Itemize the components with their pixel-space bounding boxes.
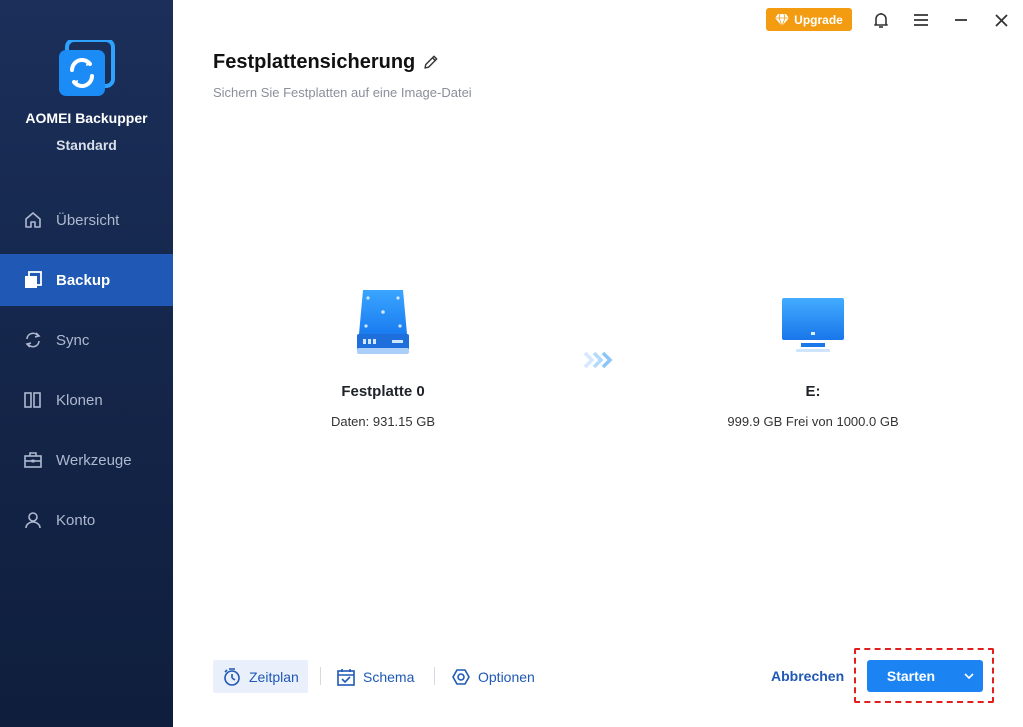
hard-disk-icon — [357, 290, 409, 354]
monitor-icon — [782, 298, 844, 352]
start-button[interactable]: Starten — [867, 660, 983, 692]
sidebar-item-uebersicht[interactable]: Übersicht — [0, 190, 173, 250]
divider — [320, 667, 321, 685]
schedule-label: Zeitplan — [249, 668, 299, 685]
app-name: AOMEI Backupper — [25, 110, 148, 126]
sidebar-item-label: Übersicht — [56, 211, 120, 229]
source-disk-card[interactable]: Festplatte 0 Daten: 931.15 GB — [253, 288, 513, 429]
sidebar-item-sync[interactable]: Sync — [0, 310, 173, 370]
backup-icon — [22, 269, 44, 291]
sidebar-item-label: Konto — [56, 511, 96, 529]
divider — [434, 667, 435, 685]
minimize-icon[interactable] — [950, 9, 972, 31]
chevron-down-icon[interactable] — [955, 660, 983, 692]
app-logo-icon — [59, 40, 115, 96]
settings-hexagon-icon — [452, 668, 470, 685]
source-disk-name: Festplatte 0 — [341, 383, 425, 400]
sync-icon — [22, 329, 44, 351]
app-edition: Standard — [56, 137, 117, 153]
diamond-icon — [775, 13, 790, 26]
page-subtitle: Sichern Sie Festplatten auf eine Image-D… — [213, 85, 472, 100]
scheme-button[interactable]: Schema — [327, 660, 423, 693]
stopwatch-icon — [224, 667, 240, 686]
start-label: Starten — [886, 668, 936, 684]
sidebar-item-label: Klonen — [56, 391, 103, 409]
sidebar: AOMEI Backupper Standard Übersicht Backu… — [0, 0, 173, 727]
menu-icon[interactable] — [910, 9, 932, 31]
options-button[interactable]: Optionen — [442, 660, 544, 693]
sidebar-item-klonen[interactable]: Klonen — [0, 370, 173, 430]
calendar-check-icon — [337, 668, 355, 686]
source-disk-info: Daten: 931.15 GB — [330, 414, 436, 429]
scheme-label: Schema — [363, 668, 415, 685]
clone-icon — [22, 389, 44, 411]
sidebar-item-backup[interactable]: Backup — [0, 254, 173, 306]
upgrade-button[interactable]: Upgrade — [766, 8, 852, 31]
cancel-button[interactable]: Abbrechen — [771, 668, 844, 684]
user-icon — [22, 509, 44, 531]
destination-drive-name: E: — [805, 383, 821, 400]
arrow-right-icon — [583, 351, 613, 369]
destination-drive-info: 999.9 GB Frei von 1000.0 GB — [727, 414, 899, 429]
destination-drive-card[interactable]: E: 999.9 GB Frei von 1000.0 GB — [683, 288, 943, 429]
sidebar-item-werkzeuge[interactable]: Werkzeuge — [0, 430, 173, 490]
sidebar-item-label: Werkzeuge — [56, 451, 132, 469]
schedule-button[interactable]: Zeitplan — [213, 660, 308, 693]
home-icon — [22, 209, 44, 231]
options-label: Optionen — [478, 668, 535, 685]
edit-pencil-icon[interactable] — [422, 53, 440, 71]
sidebar-item-konto[interactable]: Konto — [0, 490, 173, 550]
upgrade-label: Upgrade — [794, 12, 843, 27]
notification-bell-icon[interactable] — [870, 9, 892, 31]
sidebar-nav: Übersicht Backup Sync Klonen Werkzeuge K… — [0, 190, 173, 550]
sidebar-item-label: Backup — [56, 271, 111, 289]
close-icon[interactable] — [990, 9, 1012, 31]
sidebar-item-label: Sync — [56, 331, 90, 349]
page-title: Festplattensicherung — [213, 51, 416, 73]
toolbox-icon — [22, 449, 44, 471]
